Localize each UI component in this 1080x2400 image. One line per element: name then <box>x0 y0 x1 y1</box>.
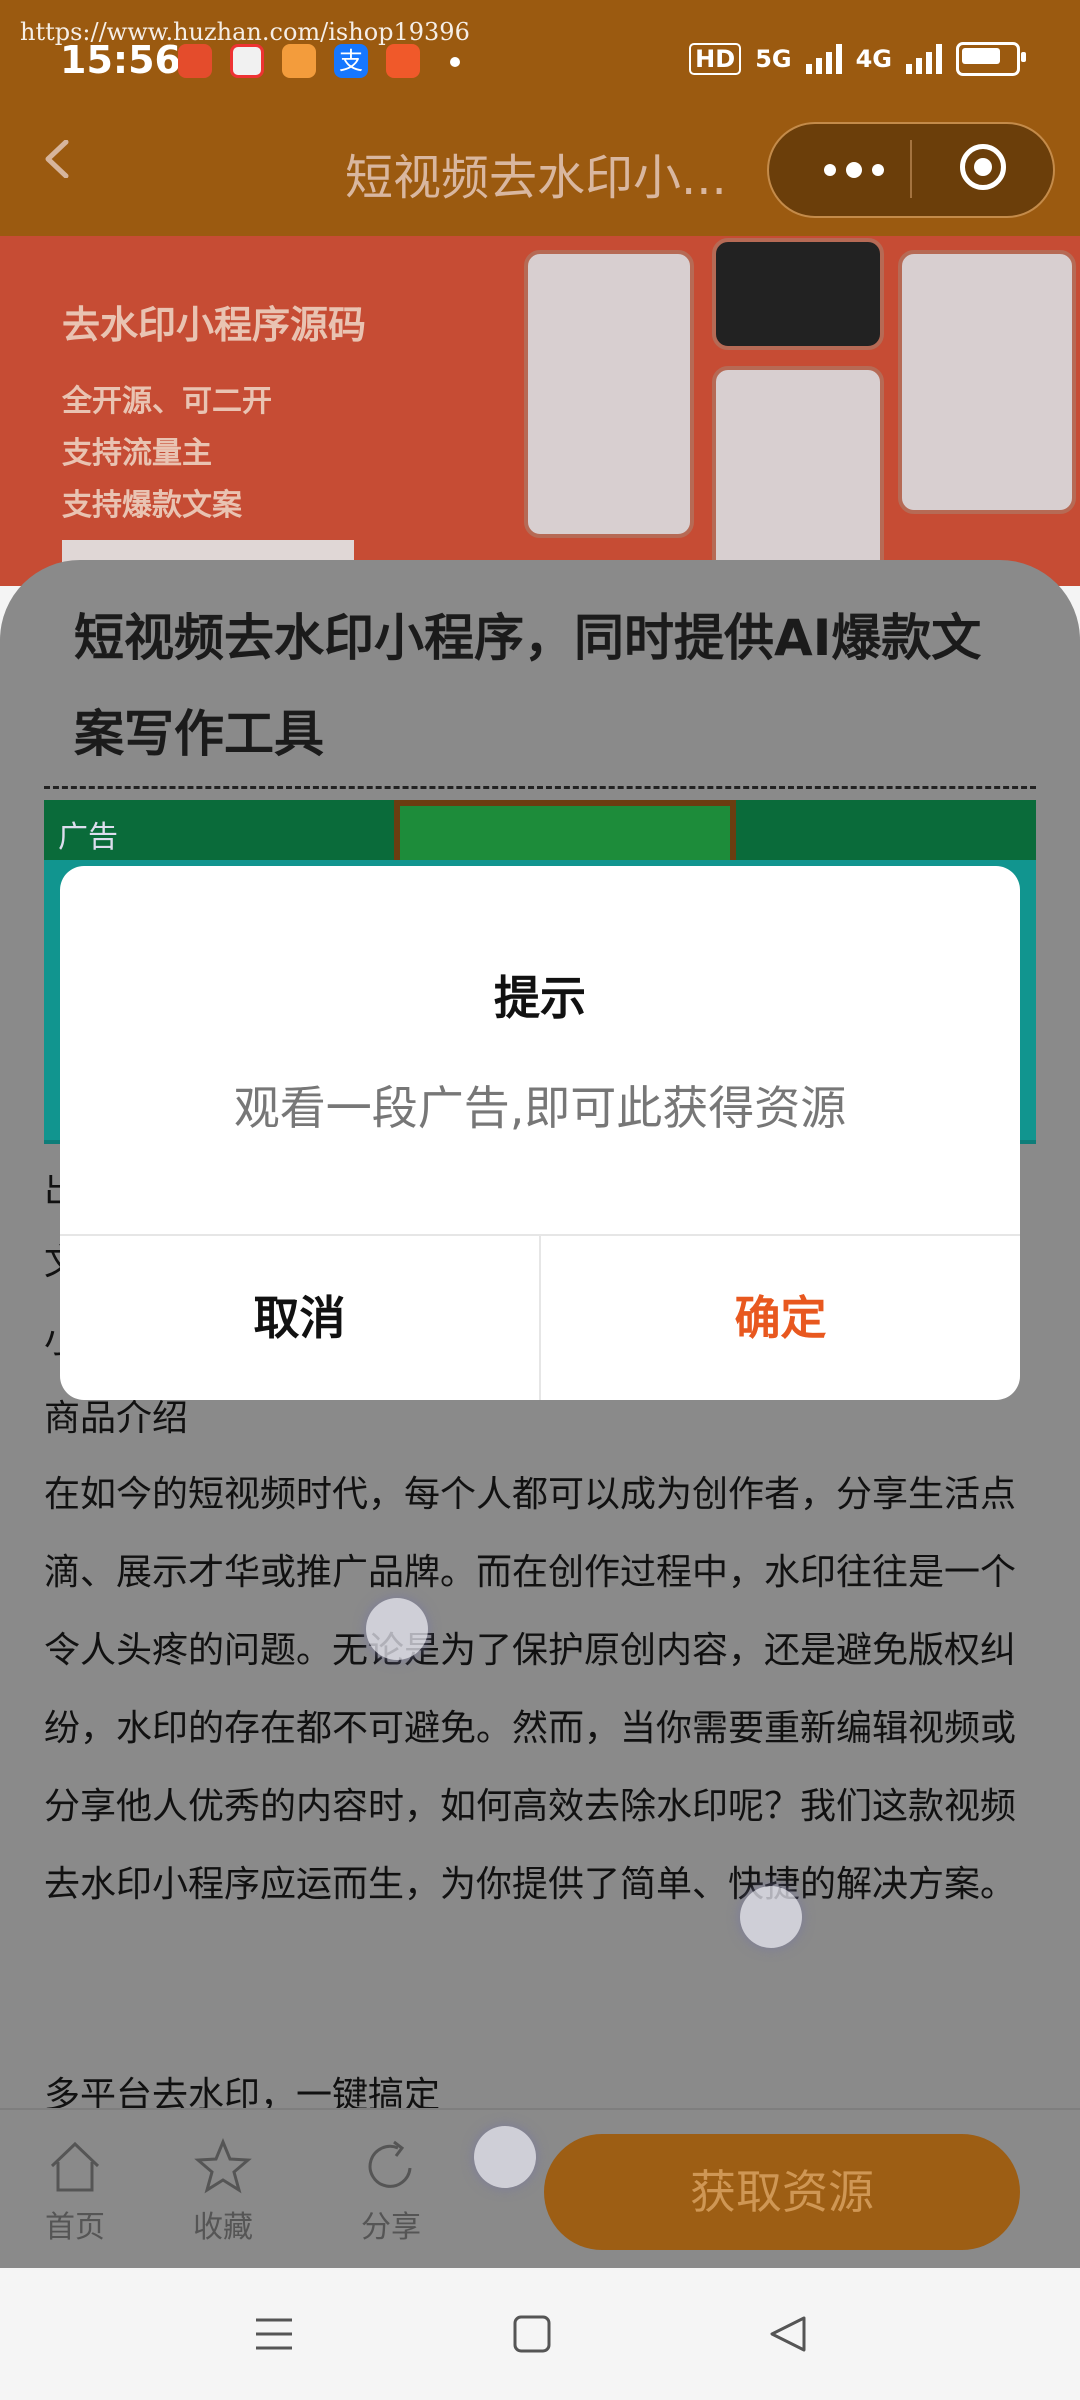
phone-mockup-1 <box>524 250 694 538</box>
menu-icon[interactable] <box>254 2314 294 2354</box>
home-square-icon[interactable] <box>512 2314 552 2354</box>
system-nav-bar <box>0 2268 1080 2400</box>
banner-line-3: 支持爆款文案 <box>62 488 242 523</box>
tab-share[interactable]: 分享 <box>336 2138 446 2246</box>
get-resource-button[interactable]: 获取资源 <box>544 2134 1020 2250</box>
description-paragraph: 在如今的短视频时代，每个人都可以成为创作者，分享生活点滴、展示才华或推广品牌。而… <box>44 1474 1017 1905</box>
product-title: 短视频去水印小程序，同时提供AI爆款文案写作工具 <box>74 609 982 763</box>
banner-headline: 去水印小程序源码 <box>62 303 367 347</box>
tab-home-label: 首页 <box>45 2210 105 2245</box>
touch-indicator <box>474 2126 536 2188</box>
touch-indicator <box>740 1886 802 1948</box>
dialog-title: 提示 <box>494 971 586 1025</box>
home-icon <box>50 2141 100 2192</box>
banner-line-1: 全开源、可二开 <box>62 384 272 419</box>
tab-favorite-label: 收藏 <box>193 2210 253 2245</box>
signal-icon-2 <box>906 44 942 74</box>
status-time: 15:56 <box>60 38 181 82</box>
signal-icon <box>805 44 842 74</box>
confirm-button[interactable]: 确定 <box>541 1236 1020 1400</box>
phone-mockup-4 <box>898 250 1076 514</box>
shop-app-icon <box>386 44 420 78</box>
tab-share-label: 分享 <box>361 2210 421 2245</box>
back-arrow-icon[interactable] <box>40 140 78 178</box>
network-4g-label: 4G <box>855 45 892 73</box>
video-app-icon <box>230 44 264 78</box>
taobao-app-icon <box>178 44 212 78</box>
game-app-icon <box>282 44 316 78</box>
back-triangle-icon[interactable] <box>768 2314 808 2354</box>
phone-mockup-3 <box>712 366 884 586</box>
alipay-app-icon: 支 <box>334 44 368 78</box>
hd-icon: HD <box>689 43 742 75</box>
cut-line: 多平台去水印，一键搞定 <box>44 2075 441 2108</box>
network-5g-label: 5G <box>755 45 792 73</box>
dashed-divider <box>44 786 1036 789</box>
touch-indicator <box>366 1598 428 1660</box>
prompt-dialog: 提示 观看一段广告,即可此获得资源 取消 确定 <box>60 866 1020 1400</box>
star-icon <box>194 2138 252 2194</box>
share-icon <box>368 2140 412 2188</box>
more-options-icon[interactable] <box>804 160 904 180</box>
tab-home[interactable]: 首页 <box>20 2138 130 2246</box>
cancel-button[interactable]: 取消 <box>60 1236 539 1400</box>
ad-tag: 广告 <box>58 820 118 855</box>
phone-mockup-2 <box>712 238 884 350</box>
product-banner: 去水印小程序源码 全开源、可二开 支持流量主 支持爆款文案 <box>0 236 1080 586</box>
notification-dot-icon <box>450 57 460 67</box>
banner-line-2: 支持流量主 <box>62 436 212 471</box>
tab-favorite[interactable]: 收藏 <box>168 2138 278 2246</box>
capsule-divider <box>910 140 912 198</box>
status-indicators: HD 5G 4G <box>689 42 1026 76</box>
nav-title: 短视频去水印小... <box>345 150 727 206</box>
battery-icon <box>956 42 1026 76</box>
close-miniprogram-icon[interactable] <box>960 144 1006 190</box>
dialog-message: 观看一段广告,即可此获得资源 <box>233 1081 847 1135</box>
